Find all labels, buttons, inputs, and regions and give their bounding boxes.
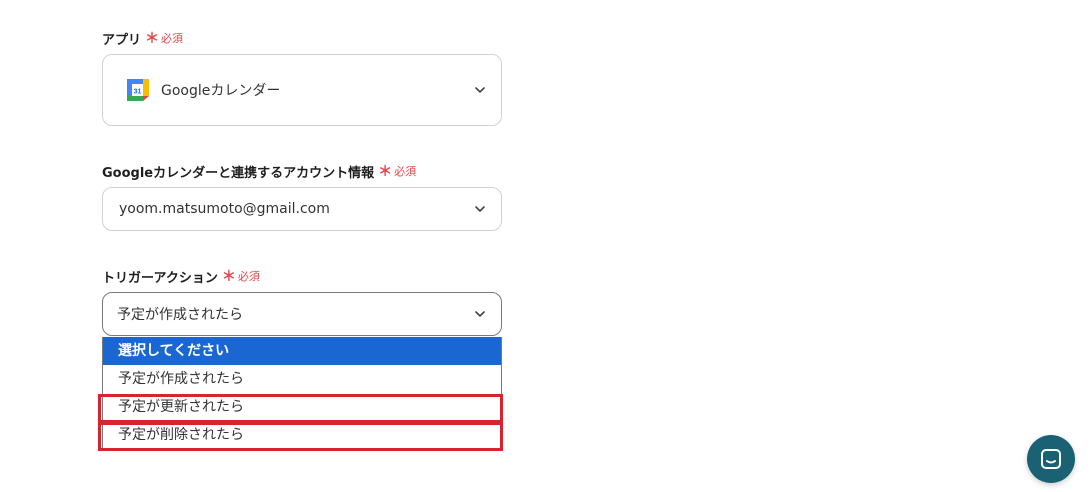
- trigger-action-select[interactable]: 予定が作成されたら: [102, 292, 502, 336]
- trigger-value: 予定が作成されたら: [117, 307, 243, 323]
- google-calendar-icon: 31: [127, 79, 149, 101]
- trigger-label-text: トリガーアクション: [102, 270, 218, 286]
- account-value: yoom.matsumoto@gmail.com: [119, 201, 330, 217]
- app-field-label: アプリ ＊ 必須: [102, 28, 183, 48]
- required-text: 必須: [394, 165, 417, 178]
- highlight-box-deleted: [98, 422, 503, 451]
- required-text: 必須: [161, 32, 184, 45]
- chevron-down-icon: [475, 206, 485, 212]
- chevron-down-icon: [475, 311, 485, 317]
- required-asterisk: ＊: [378, 164, 393, 180]
- app-label-text: アプリ: [102, 32, 142, 48]
- calendar-icon-number: 31: [134, 89, 142, 96]
- account-select[interactable]: yoom.matsumoto@gmail.com: [102, 187, 502, 231]
- selected-app-value: Googleカレンダー: [161, 83, 281, 99]
- chat-button[interactable]: [1027, 435, 1075, 483]
- option-placeholder[interactable]: 選択してください: [103, 337, 501, 365]
- app-select[interactable]: 31 Googleカレンダー: [102, 54, 502, 126]
- required-text: 必須: [237, 270, 260, 283]
- required-asterisk: ＊: [145, 31, 160, 47]
- chevron-down-icon: [475, 87, 485, 93]
- trigger-field-label: トリガーアクション ＊ 必須: [102, 266, 260, 286]
- chat-icon: [1041, 449, 1061, 469]
- account-field-label: Googleカレンダーと連携するアカウント情報 ＊ 必須: [102, 161, 416, 181]
- option-event-created[interactable]: 予定が作成されたら: [103, 365, 501, 393]
- required-asterisk: ＊: [221, 269, 236, 285]
- account-label-text: Googleカレンダーと連携するアカウント情報: [102, 165, 375, 181]
- highlight-box-updated: [98, 394, 503, 423]
